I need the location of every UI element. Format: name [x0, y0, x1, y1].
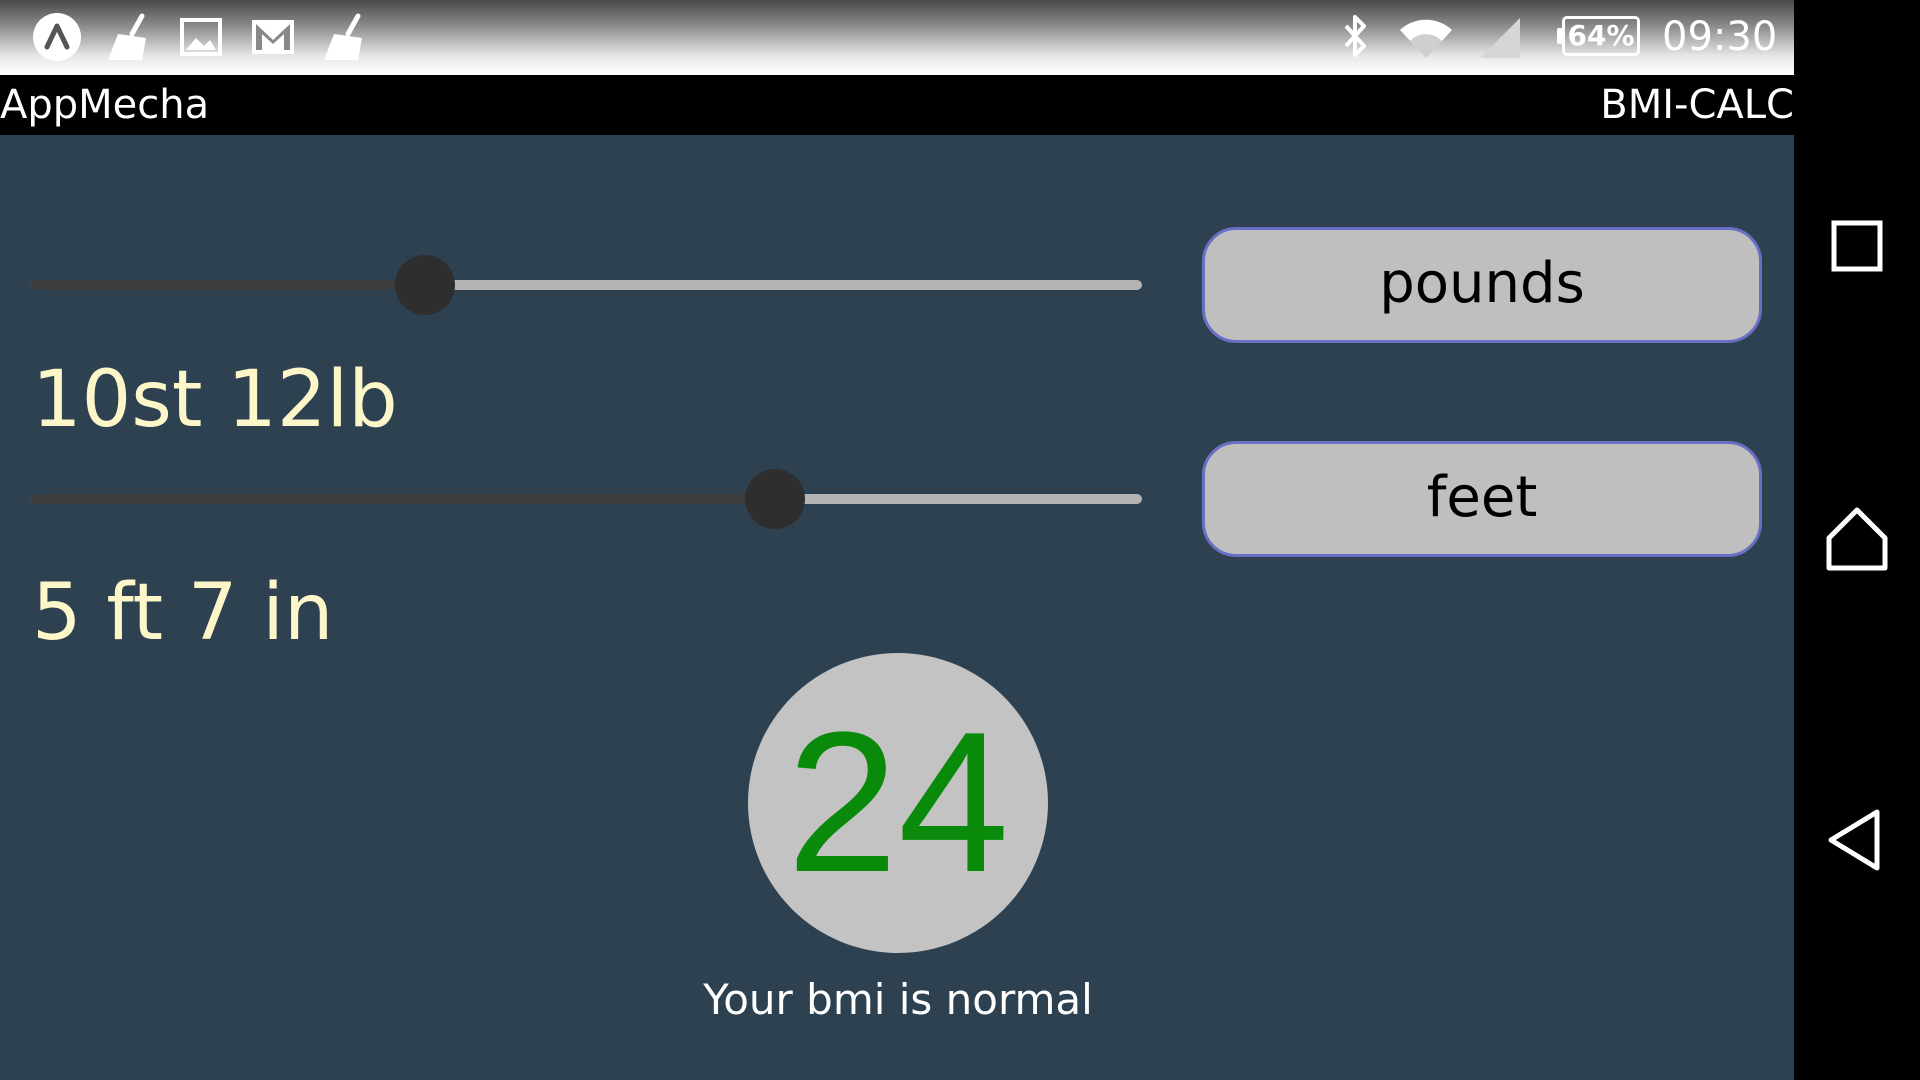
- height-unit-button[interactable]: feet: [1202, 441, 1762, 557]
- cell-signal-icon: [1480, 18, 1520, 58]
- weight-value: 10st 12lb: [32, 355, 398, 445]
- bmi-value: 24: [786, 691, 1010, 914]
- height-value: 5 ft 7 in: [32, 568, 334, 658]
- gmail-icon: [252, 20, 294, 54]
- weight-slider-fill: [30, 280, 425, 290]
- height-slider[interactable]: [30, 469, 1142, 529]
- weight-unit-button[interactable]: pounds: [1202, 227, 1762, 343]
- height-slider-thumb[interactable]: [745, 469, 806, 529]
- weight-slider[interactable]: [30, 255, 1142, 315]
- home-icon[interactable]: [1817, 500, 1897, 580]
- recents-icon[interactable]: [1817, 206, 1897, 286]
- image-icon: [180, 18, 222, 56]
- bmi-result-circle: 24: [748, 653, 1048, 953]
- app-bar: AppMecha BMI-CALC: [0, 75, 1794, 135]
- weight-slider-thumb[interactable]: [394, 255, 455, 315]
- wifi-icon: [1400, 19, 1452, 58]
- app-subtitle: BMI-CALC: [1600, 82, 1794, 128]
- battery-indicator: 64%: [1557, 16, 1640, 56]
- clock: 09:30: [1662, 14, 1778, 60]
- app-title: AppMecha: [0, 82, 210, 128]
- app-launcher-icon: [33, 13, 81, 61]
- bluetooth-icon: [1344, 15, 1366, 57]
- status-bar: 64% 09:30: [0, 0, 1794, 75]
- back-icon[interactable]: [1817, 800, 1897, 880]
- main-content: 10st 12lb pounds 5 ft 7 in feet 24 Your …: [0, 135, 1794, 1080]
- height-slider-fill: [30, 494, 776, 504]
- navigation-bar: [1794, 0, 1920, 1080]
- broom-icon: [324, 13, 362, 60]
- bmi-message: Your bmi is normal: [703, 975, 1093, 1024]
- broom-icon: [108, 13, 146, 60]
